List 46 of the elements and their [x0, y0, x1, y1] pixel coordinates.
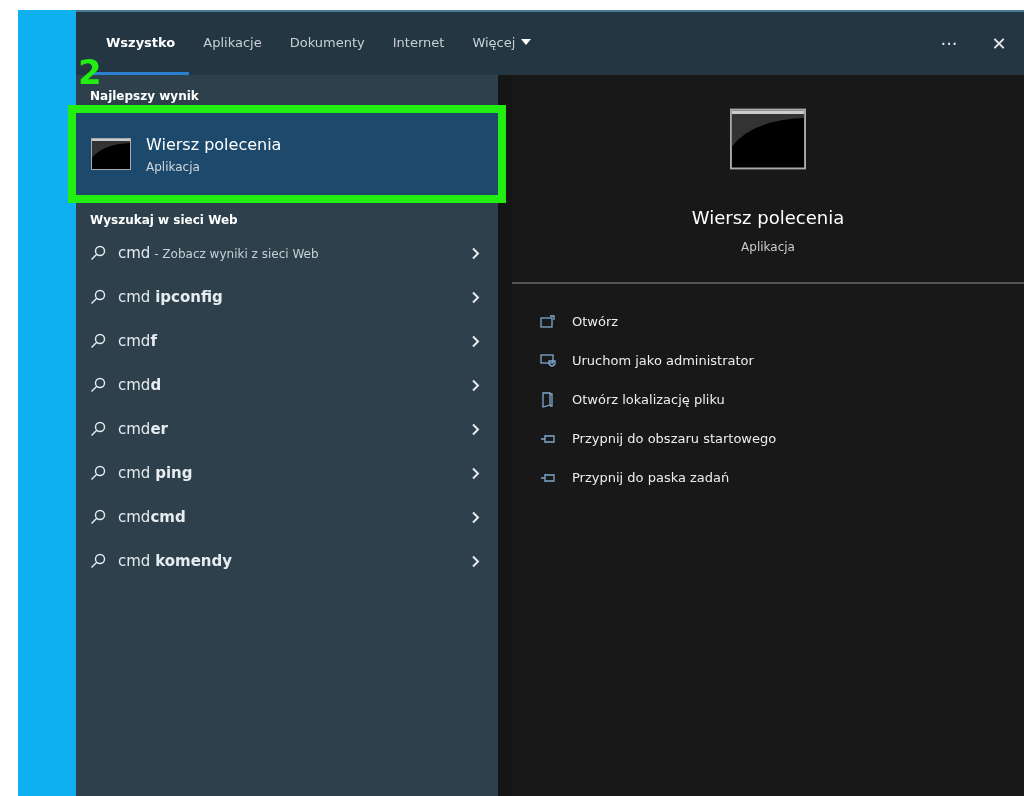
tab[interactable]: Aplikacje	[189, 12, 276, 75]
search-icon	[90, 245, 106, 261]
chevron-icon	[471, 378, 480, 392]
action-item[interactable]: Przypnij do paska zadań	[540, 458, 1024, 497]
tab[interactable]: Więcej	[458, 12, 546, 75]
tab[interactable]: Dokumenty	[275, 12, 379, 75]
action-item[interactable]: Otwórz lokalizację pliku	[540, 380, 1024, 419]
search-icon	[90, 465, 106, 481]
search-icon	[90, 553, 106, 569]
search-icon	[90, 377, 106, 393]
action-item[interactable]: Uruchom jako administrator	[540, 341, 1024, 380]
terminal-icon	[90, 138, 132, 170]
close-button[interactable]: ✕	[974, 18, 1024, 69]
suggestion-item[interactable]: cmd ping	[76, 451, 498, 495]
search-icon	[90, 333, 106, 349]
more-button[interactable]: ···	[924, 18, 974, 69]
suggestion-item[interactable]: cmdf	[76, 319, 498, 363]
suggestion-item[interactable]: cmdcmd	[76, 495, 498, 539]
search-icon	[90, 509, 106, 525]
suggestion-item[interactable]: cmd komendy	[76, 539, 498, 583]
suggestion-item[interactable]: cmdd	[76, 363, 498, 407]
chevron-icon	[471, 246, 480, 260]
search-icon	[90, 289, 106, 305]
folder-icon	[540, 391, 556, 408]
action-item[interactable]: Przypnij do obszaru startowego	[540, 419, 1024, 458]
section-heading: Wyszukaj w sieci Web	[89, 212, 239, 229]
action-item[interactable]: Otwórz	[540, 302, 1024, 341]
open-window-icon	[540, 313, 556, 330]
shield-icon	[540, 352, 556, 369]
app-title: Wiersz polecenia	[146, 134, 282, 154]
app-title: Wiersz polecenia	[691, 207, 845, 228]
caret-icon	[521, 39, 532, 45]
suggestion-item[interactable]: cmd ipconfig	[76, 275, 498, 319]
chevron-icon	[471, 422, 480, 436]
chevron-icon	[471, 466, 480, 480]
search-icon	[90, 421, 106, 437]
app-type: Aplikacja	[146, 159, 201, 174]
chevron-icon	[471, 510, 480, 524]
app-type: Aplikacja	[741, 240, 795, 254]
suggestion-item[interactable]: cmder	[76, 407, 498, 451]
chevron-icon	[471, 290, 480, 304]
suggestion-item[interactable]: cmd - Zobacz wyniki z sieci Web	[76, 231, 498, 275]
tab[interactable]: Internet	[378, 12, 459, 75]
terminal-icon	[730, 107, 806, 171]
chevron-icon	[471, 554, 480, 568]
chevron-icon	[471, 334, 480, 348]
